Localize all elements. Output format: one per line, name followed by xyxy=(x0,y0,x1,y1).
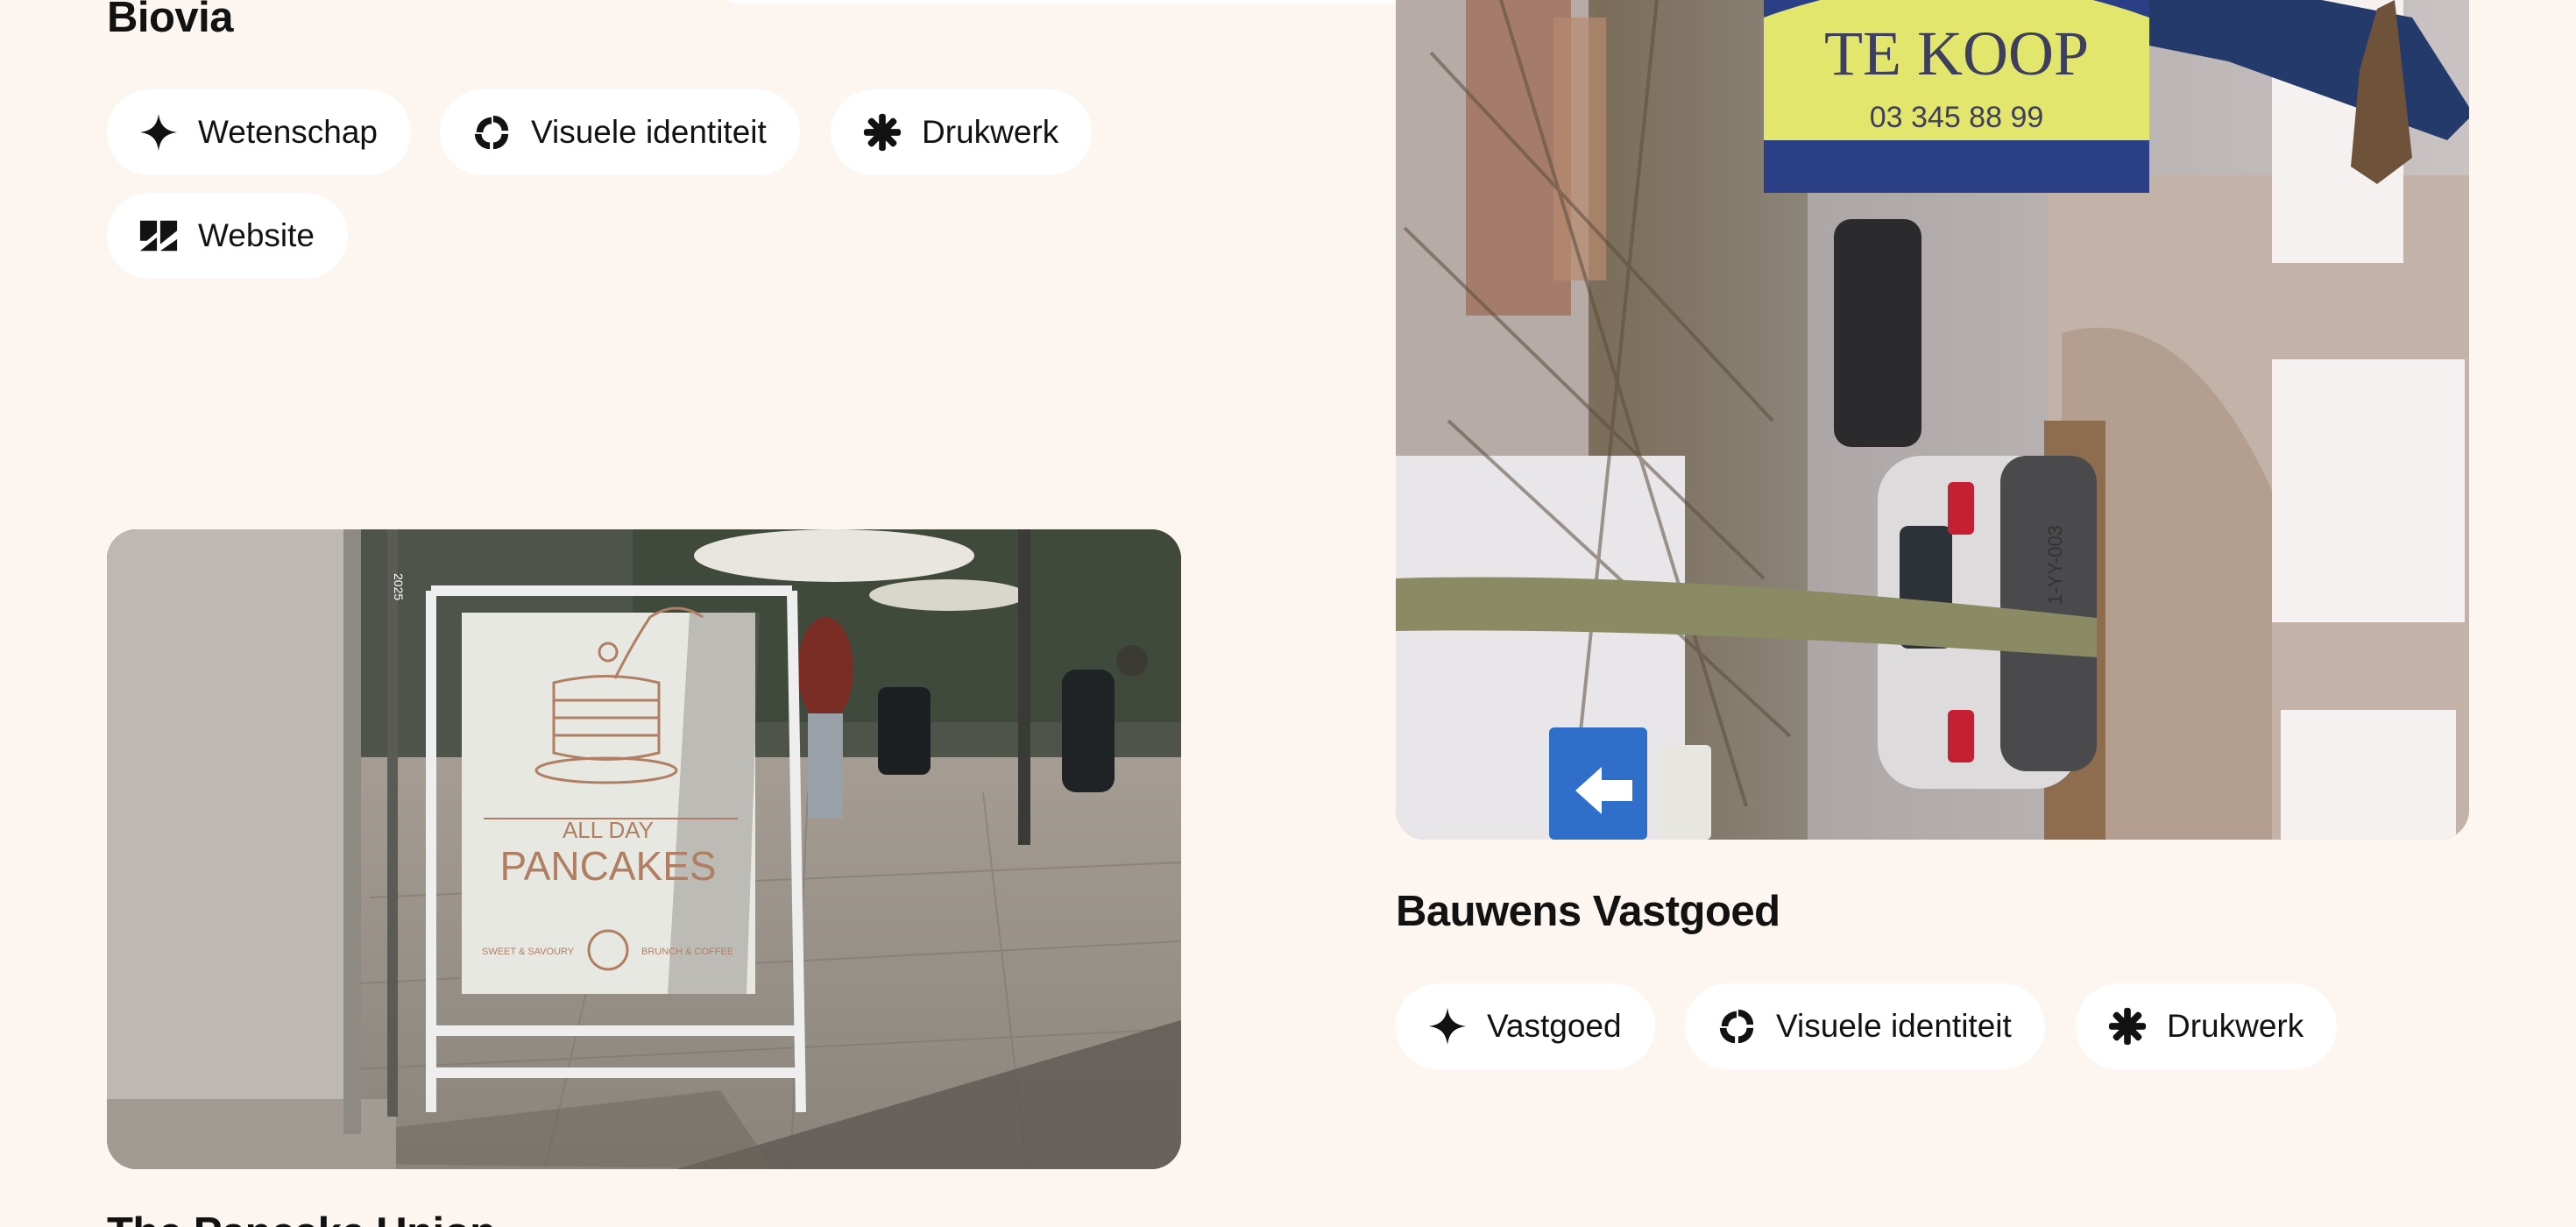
project-title-pancake-union[interactable]: The Pancake Union xyxy=(107,1212,496,1227)
tag-label: Vastgoed xyxy=(1487,1008,1622,1044)
tag-label: Website xyxy=(198,217,315,253)
swirl-icon xyxy=(1719,1009,1754,1044)
project-image-bauwens-vastgoed[interactable]: 1-YY-003 TE KOOP 03 345 88 99 xyxy=(1396,0,2469,840)
sale-sign-title: TE KOOP xyxy=(1824,18,2089,89)
sparkle-icon xyxy=(139,113,178,152)
starburst-icon xyxy=(2108,1007,2147,1046)
pole-tag: 2025 xyxy=(392,573,406,600)
portfolio-page: Biovia Wetenschap Visuele identiteit Dru… xyxy=(0,0,2576,1227)
tag-drukwerk[interactable]: Drukwerk xyxy=(831,89,1093,175)
pancake-sign-right: BRUNCH & COFFEE xyxy=(641,947,733,957)
tag-label: Drukwerk xyxy=(2167,1008,2304,1044)
tag-wetenschap[interactable]: Wetenschap xyxy=(107,89,411,175)
starburst-icon xyxy=(863,113,902,152)
street-sale-sign-photo: 1-YY-003 TE KOOP 03 345 88 99 xyxy=(1396,0,2469,840)
pancake-sign-left: SWEET & SAVOURY xyxy=(482,947,575,957)
project-title-bauwens-vastgoed[interactable]: Bauwens Vastgoed xyxy=(1396,890,1780,933)
tag-website[interactable]: Website xyxy=(107,193,348,279)
pancake-sign-line2: PANCAKES xyxy=(499,843,716,889)
tag-label: Visuele identiteit xyxy=(1776,1008,2012,1044)
tag-drukwerk[interactable]: Drukwerk xyxy=(2076,983,2338,1069)
swirl-icon xyxy=(474,115,509,150)
sparkle-icon xyxy=(1428,1007,1467,1046)
sale-sign-phone: 03 345 88 99 xyxy=(1870,101,2044,134)
tag-visuele-identiteit[interactable]: Visuele identiteit xyxy=(1685,983,2045,1069)
tag-label: Visuele identiteit xyxy=(531,114,767,150)
pancake-sign-photo: 2025 ALL DAY PANCAKES SWEET & SAVOURY BR… xyxy=(107,529,1181,1169)
project-title-biovia[interactable]: Biovia xyxy=(107,0,234,39)
pancake-sign-line1: ALL DAY xyxy=(563,817,654,843)
project-image-pancake-union[interactable]: 2025 ALL DAY PANCAKES SWEET & SAVOURY BR… xyxy=(107,529,1181,1169)
tag-vastgoed[interactable]: Vastgoed xyxy=(1396,983,1655,1069)
tag-label: Wetenschap xyxy=(198,114,378,150)
license-plate: 1-YY-003 xyxy=(2044,525,2066,605)
website-logo-icon xyxy=(139,220,178,252)
tag-visuele-identiteit[interactable]: Visuele identiteit xyxy=(440,89,800,175)
tag-label: Drukwerk xyxy=(922,114,1059,150)
